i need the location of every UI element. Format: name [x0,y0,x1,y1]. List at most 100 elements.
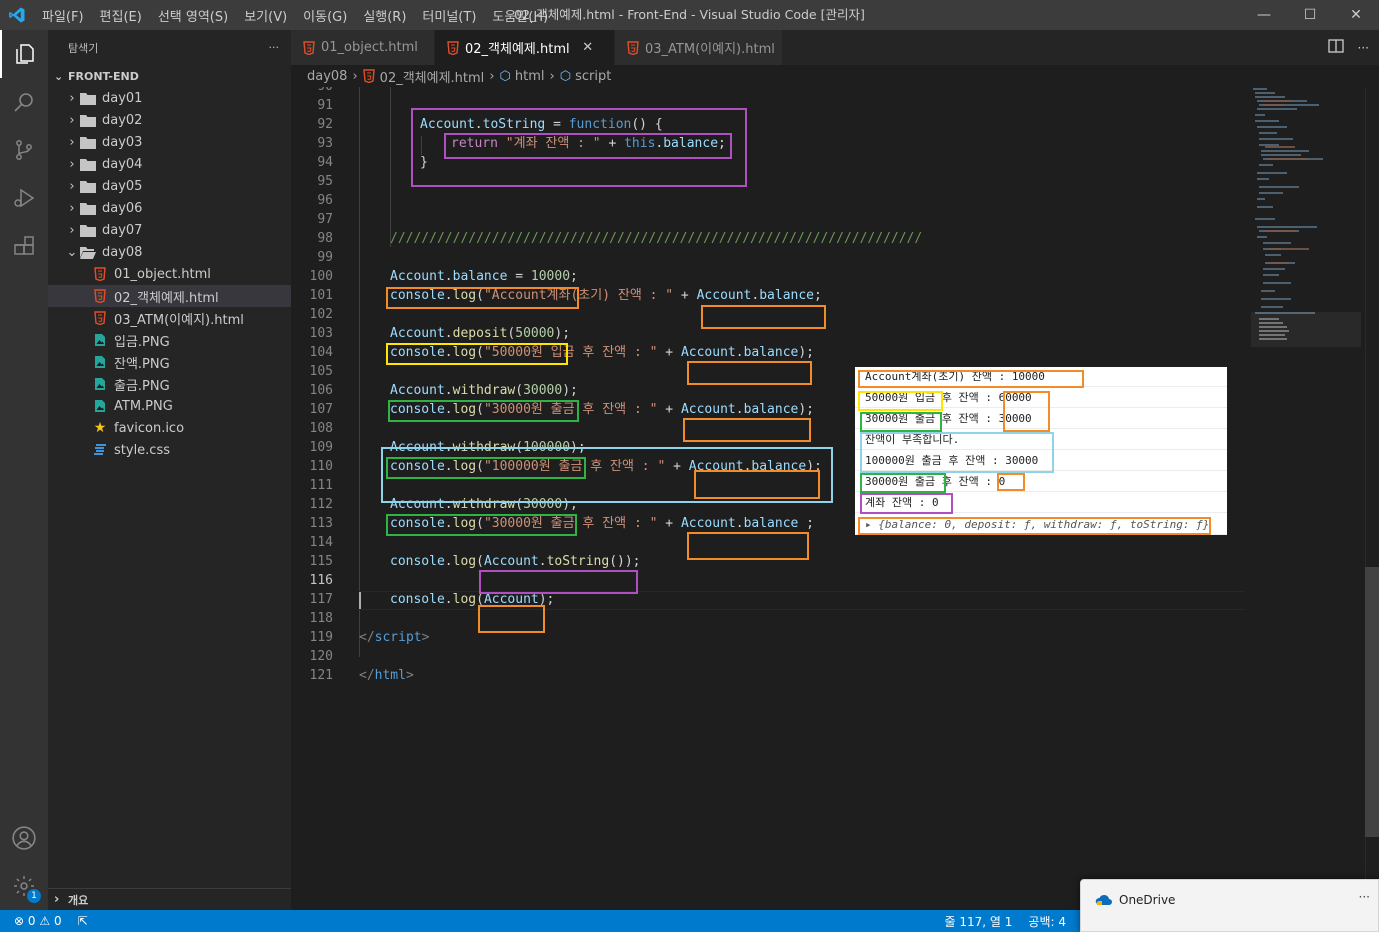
file-02-object-example-html[interactable]: 02_객체예제.html [48,285,291,307]
code-line: 117 console.log(Account); [291,590,1251,609]
maximize-icon[interactable]: ☐ [1287,0,1333,30]
file-label: 02_객체예제.html [114,290,219,306]
scrollbar-thumb[interactable] [1365,567,1379,837]
token: + [657,516,681,531]
line-number: 99 [317,250,333,265]
more-actions-icon[interactable]: ··· [269,41,280,54]
folder-icon [80,178,96,194]
chevron-right-icon: › [69,178,75,194]
token: Account [680,516,736,531]
tab-03-atm[interactable]: 03_ATM(이예지).html [615,30,783,65]
minimize-icon[interactable]: — [1241,0,1287,30]
folder-day06[interactable]: › day06 [48,197,291,219]
token: balance [452,269,508,284]
menu-run[interactable]: 실행(R) [355,6,414,25]
menu-file[interactable]: 파일(F) [34,6,92,25]
onedrive-notification[interactable]: OneDrive ··· [1080,879,1379,932]
line-number: 119 [309,630,333,645]
chevron-right-icon: › [69,222,75,238]
html-file-icon [303,40,315,55]
breadcrumb: day08 › 02_객체예제.html › ⬡ html › ⬡ script [291,65,1379,87]
folder-day08[interactable]: ⌄ day08 [48,241,291,263]
chevron-down-icon: ⌄ [54,69,64,83]
file-withdraw-png[interactable]: 출금.PNG [48,373,291,395]
live-share-icon[interactable]: ⇱ [70,914,96,928]
token: ( [476,554,484,569]
token: ; [814,288,822,303]
chevron-right-icon: › [69,90,75,106]
line-number: 106 [309,383,333,398]
split-editor-icon[interactable] [1327,38,1344,57]
line-number: 91 [317,98,333,113]
breadcrumb-file[interactable]: 02_객체예제.html [380,67,485,86]
workspace-root[interactable]: ⌄ FRONT-END [48,65,291,87]
folder-day05[interactable]: › day05 [48,175,291,197]
vertical-scrollbar[interactable] [1365,87,1379,910]
cursor-position[interactable]: 줄 117, 열 1 [937,913,1021,930]
line-number: 108 [309,421,333,436]
warning-count: 0 [53,914,62,928]
token: + [673,288,697,303]
extensions-icon[interactable] [0,222,48,270]
file-03-atm-html[interactable]: 03_ATM(이예지).html [48,307,291,329]
search-icon[interactable] [0,78,48,126]
breadcrumb-html[interactable]: html [515,69,545,84]
annotation-box-console [997,473,1025,491]
file-01-object-html[interactable]: 01_object.html [48,263,291,285]
file-balance-png[interactable]: 잔액.PNG [48,351,291,373]
image-file-icon [92,332,108,348]
chevron-right-icon: › [549,68,555,84]
tab-label: 03_ATM(이예지).html [645,42,775,57]
run-debug-icon[interactable] [0,174,48,222]
token: ); [562,383,578,398]
menu-terminal[interactable]: 터미널(T) [414,6,484,25]
annotation-box-withdraw [386,457,586,479]
minimap[interactable] [1251,87,1369,348]
chevron-right-icon: › [352,68,358,84]
tab-close-icon[interactable]: ✕ [580,40,596,55]
source-control-icon[interactable] [0,126,48,174]
folder-day03[interactable]: › day03 [48,131,291,153]
file-style-css[interactable]: style.css [48,439,291,461]
console-output-screenshot: Account계좌(초기) 잔액 : 10000 50000원 입금 후 잔액 … [855,367,1227,535]
more-actions-icon[interactable]: ··· [1358,41,1369,55]
menu-go[interactable]: 이동(G) [295,6,355,25]
star-file-icon: ★ [93,420,107,436]
indentation[interactable]: 공백: 4 [1020,913,1074,930]
menu-view[interactable]: 보기(V) [236,6,295,25]
more-options-icon[interactable]: ··· [1359,890,1370,904]
file-deposit-png[interactable]: 입금.PNG [48,329,291,351]
annotation-box-console [860,473,946,493]
activity-bar: 1 [0,30,48,910]
explorer-icon[interactable] [0,30,48,78]
outline-section[interactable]: › 개요 [48,888,291,910]
tab-01-object[interactable]: 01_object.html [291,30,435,65]
token: ( [515,383,524,398]
file-atm-png[interactable]: ATM.PNG [48,395,291,417]
token: ); [554,326,571,341]
tab-02-object-example[interactable]: 02_객체예제.html ✕ [435,30,615,65]
line-number: 105 [309,364,333,379]
folder-day04[interactable]: › day04 [48,153,291,175]
breadcrumb-folder[interactable]: day08 [307,69,347,84]
token: 10000 [530,269,571,284]
token: Account [696,288,752,303]
file-favicon-ico[interactable]: ★ favicon.ico [48,417,291,439]
menu-selection[interactable]: 선택 영역(S) [150,6,236,25]
code-text: console.log(Account.toString()); [390,552,641,571]
problems-indicator[interactable]: ⊗ 0 ⚠ 0 [0,914,70,928]
line-number: 98 [317,231,333,246]
folder-label: day02 [102,112,143,128]
folder-day07[interactable]: › day07 [48,219,291,241]
annotation-box-console [1003,391,1050,432]
menu-help[interactable]: 도움말(H) [484,6,556,25]
menu-edit[interactable]: 편집(E) [92,6,150,25]
annotation-box-console [860,412,942,432]
folder-day02[interactable]: › day02 [48,109,291,131]
manage-gear-icon[interactable]: 1 [0,862,48,910]
close-icon[interactable]: ✕ [1333,0,1379,30]
breadcrumb-script[interactable]: script [575,69,611,84]
accounts-icon[interactable] [0,814,48,862]
folder-day01[interactable]: › day01 [48,87,291,109]
line-number: 107 [309,402,333,417]
